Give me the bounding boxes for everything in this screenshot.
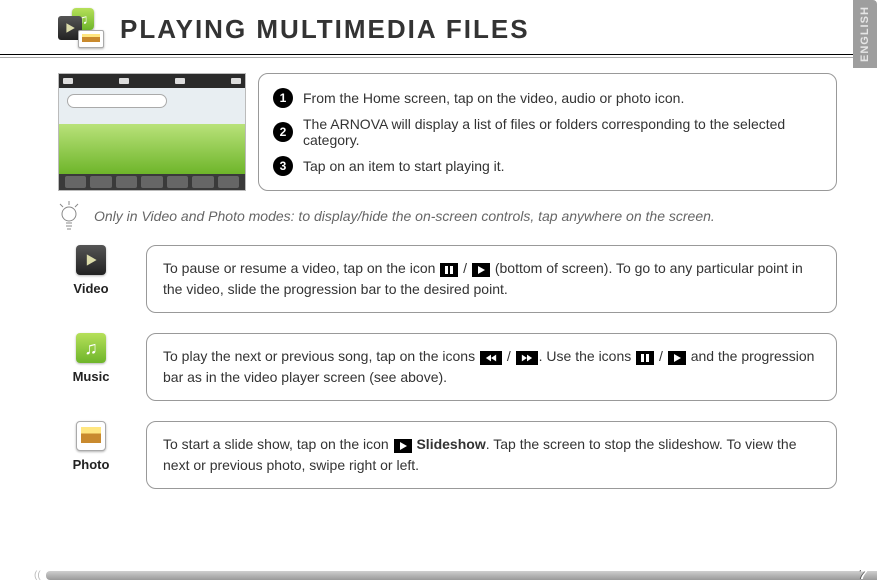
text: To play the next or previous song, tap o… xyxy=(163,348,479,364)
step-text: Tap on an item to start playing it. xyxy=(303,158,505,174)
pause-icon xyxy=(636,351,654,365)
play-icon xyxy=(472,263,490,277)
video-section-box: To pause or resume a video, tap on the i… xyxy=(146,245,837,313)
language-tab: ENGLISH xyxy=(853,0,877,68)
section-music: ♫ Music To play the next or previous son… xyxy=(58,333,837,401)
page-footer: (( 7 xyxy=(0,564,877,584)
photo-section-box: To start a slide show, tap on the icon S… xyxy=(146,421,837,489)
prev-track-icon xyxy=(480,351,502,365)
photo-icon xyxy=(78,30,104,48)
tip-text: Only in Video and Photo modes: to displa… xyxy=(94,208,715,224)
text: / xyxy=(503,348,515,364)
next-track-icon xyxy=(516,351,538,365)
pause-icon xyxy=(440,263,458,277)
page-header: ♫ PLAYING MULTIMEDIA FILES xyxy=(0,0,877,55)
step-number: 3 xyxy=(273,156,293,176)
text: . Use the icons xyxy=(539,348,636,364)
step-2: 2 The ARNOVA will display a list of file… xyxy=(273,116,822,148)
lightbulb-icon xyxy=(58,201,80,231)
footer-notch-icon: (( xyxy=(34,571,46,580)
step-number: 2 xyxy=(273,122,293,142)
section-photo: Photo To start a slide show, tap on the … xyxy=(58,421,837,489)
text: To pause or resume a video, tap on the i… xyxy=(163,260,439,276)
music-section-box: To play the next or previous song, tap o… xyxy=(146,333,837,401)
text: / xyxy=(655,348,667,364)
page-number: 7 xyxy=(860,567,867,582)
page-title: PLAYING MULTIMEDIA FILES xyxy=(120,14,530,45)
step-text: From the Home screen, tap on the video, … xyxy=(303,90,684,106)
text: / xyxy=(459,260,471,276)
video-section-icon xyxy=(76,245,106,275)
step-text: The ARNOVA will display a list of files … xyxy=(303,116,822,148)
home-screen-thumbnail xyxy=(58,73,246,191)
music-section-label: Music xyxy=(73,369,110,384)
intro-row: 1 From the Home screen, tap on the video… xyxy=(58,73,837,191)
photo-section-icon xyxy=(76,421,106,451)
section-video: Video To pause or resume a video, tap on… xyxy=(58,245,837,313)
step-3: 3 Tap on an item to start playing it. xyxy=(273,156,822,176)
tip-row: Only in Video and Photo modes: to displa… xyxy=(58,201,837,231)
steps-box: 1 From the Home screen, tap on the video… xyxy=(258,73,837,191)
music-section-icon: ♫ xyxy=(76,333,106,363)
footer-bar xyxy=(46,571,877,580)
step-number: 1 xyxy=(273,88,293,108)
video-section-label: Video xyxy=(73,281,108,296)
slideshow-label: Slideshow xyxy=(413,436,486,452)
header-app-icon: ♫ xyxy=(58,8,108,50)
play-icon xyxy=(668,351,686,365)
photo-section-label: Photo xyxy=(73,457,110,472)
text: To start a slide show, tap on the icon xyxy=(163,436,393,452)
play-icon xyxy=(394,439,412,453)
step-1: 1 From the Home screen, tap on the video… xyxy=(273,88,822,108)
